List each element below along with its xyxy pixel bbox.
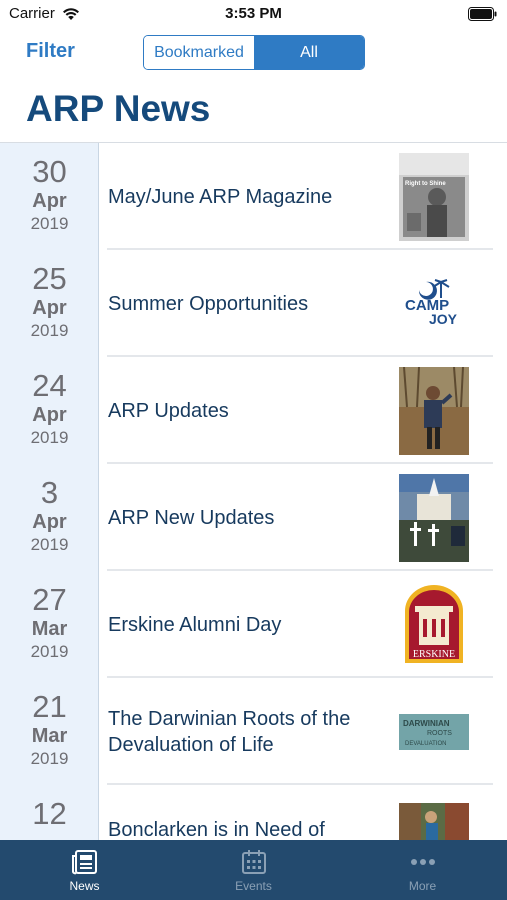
tab-bar: News Events More xyxy=(0,840,507,900)
date-day: 27 xyxy=(32,582,67,617)
news-date: 24 Apr 2019 xyxy=(0,369,99,449)
tab-label: More xyxy=(408,879,437,893)
date-day: 3 xyxy=(40,475,59,510)
news-date: 21 Mar 2019 xyxy=(0,690,99,770)
darwinian-roots-thumbnail: DARWINIAN ROOTS DEVALUATION xyxy=(399,688,469,776)
news-date: 27 Mar 2019 xyxy=(0,583,99,663)
church-cover-thumbnail xyxy=(399,474,469,562)
battery-icon xyxy=(468,7,497,21)
segment-all[interactable]: All xyxy=(254,36,364,69)
date-month: Mar xyxy=(31,618,68,640)
devaluation-word: DEVALUATION xyxy=(405,741,446,747)
date-month: Apr xyxy=(32,404,67,426)
news-item[interactable]: 24 Apr 2019 ARP Updates xyxy=(0,357,507,464)
news-item[interactable]: 25 Apr 2019 Summer Opportunities CAMP JO… xyxy=(0,250,507,357)
outdoor-activity-thumbnail xyxy=(399,803,469,840)
segment-bookmarked[interactable]: Bookmarked xyxy=(144,36,254,69)
clock-label: 3:53 PM xyxy=(225,5,282,22)
tab-label: News xyxy=(69,879,100,893)
date-year: 2019 xyxy=(30,428,69,447)
news-title-line: Devaluation of Life xyxy=(108,733,274,756)
news-date: 12 xyxy=(0,797,99,831)
news-title: ARP New Updates xyxy=(108,506,275,529)
camp-joy-logo-thumbnail: CAMP JOY xyxy=(399,260,469,348)
erskine-logo-thumbnail: ERSKINE xyxy=(399,581,469,669)
news-item[interactable]: 12 Bonclarken is in Need of xyxy=(0,785,507,840)
date-day: 12 xyxy=(32,796,67,831)
news-date: 3 Apr 2019 xyxy=(0,476,99,556)
news-item[interactable]: 27 Mar 2019 Erskine Alumni Day ERSKINE xyxy=(0,571,507,678)
date-month: Apr xyxy=(32,511,67,533)
date-day: 21 xyxy=(32,689,67,724)
erskine-word: ERSKINE xyxy=(413,649,455,660)
date-year: 2019 xyxy=(30,321,69,340)
magazine-cover-thumbnail: Right to Shine xyxy=(399,153,469,241)
news-title: Bonclarken is in Need of xyxy=(108,819,325,840)
darwin-word: DARWINIAN xyxy=(403,719,450,728)
joy-word: JOY xyxy=(429,311,458,327)
date-year: 2019 xyxy=(30,642,69,661)
roots-word: ROOTS xyxy=(427,730,452,737)
tab-more[interactable]: More xyxy=(338,840,507,900)
news-title: May/June ARP Magazine xyxy=(108,185,333,208)
status-bar: Carrier 3:53 PM xyxy=(0,0,507,28)
page-title: ARP News xyxy=(26,88,211,129)
calendar-icon xyxy=(241,850,266,874)
news-date: 30 Apr 2019 xyxy=(0,155,99,235)
person-photo-thumbnail xyxy=(399,367,469,455)
news-title: The Darwinian Roots of the Devaluation o… xyxy=(108,678,388,785)
date-month: Apr xyxy=(32,190,67,212)
date-year: 2019 xyxy=(30,214,69,233)
news-item[interactable]: 3 Apr 2019 ARP New Updates xyxy=(0,464,507,571)
date-day: 24 xyxy=(32,368,67,403)
news-list[interactable]: 30 Apr 2019 May/June ARP Magazine Right … xyxy=(0,143,507,840)
news-title-line: The Darwinian Roots of the xyxy=(108,707,351,730)
tab-news[interactable]: News xyxy=(0,840,169,900)
segment-control: Bookmarked All xyxy=(143,35,365,70)
more-dots-icon xyxy=(410,859,435,865)
news-title: Erskine Alumni Day xyxy=(108,613,282,636)
news-date: 25 Apr 2019 xyxy=(0,262,99,342)
filter-button[interactable]: Filter xyxy=(26,40,75,63)
date-year: 2019 xyxy=(30,749,69,768)
tab-events[interactable]: Events xyxy=(169,840,338,900)
news-item[interactable]: 30 Apr 2019 May/June ARP Magazine Right … xyxy=(0,143,507,250)
newspaper-icon xyxy=(71,850,97,875)
news-item[interactable]: 21 Mar 2019 The Darwinian Roots of the D… xyxy=(0,678,507,785)
date-year: 2019 xyxy=(30,535,69,554)
date-day: 25 xyxy=(32,261,67,296)
tab-label: Events xyxy=(235,879,272,893)
magazine-headline: Right to Shine xyxy=(405,181,446,187)
news-title: Summer Opportunities xyxy=(108,292,309,315)
date-day: 30 xyxy=(32,154,67,189)
date-month: Apr xyxy=(32,297,67,319)
news-title: ARP Updates xyxy=(108,399,229,422)
date-month: Mar xyxy=(31,725,68,747)
